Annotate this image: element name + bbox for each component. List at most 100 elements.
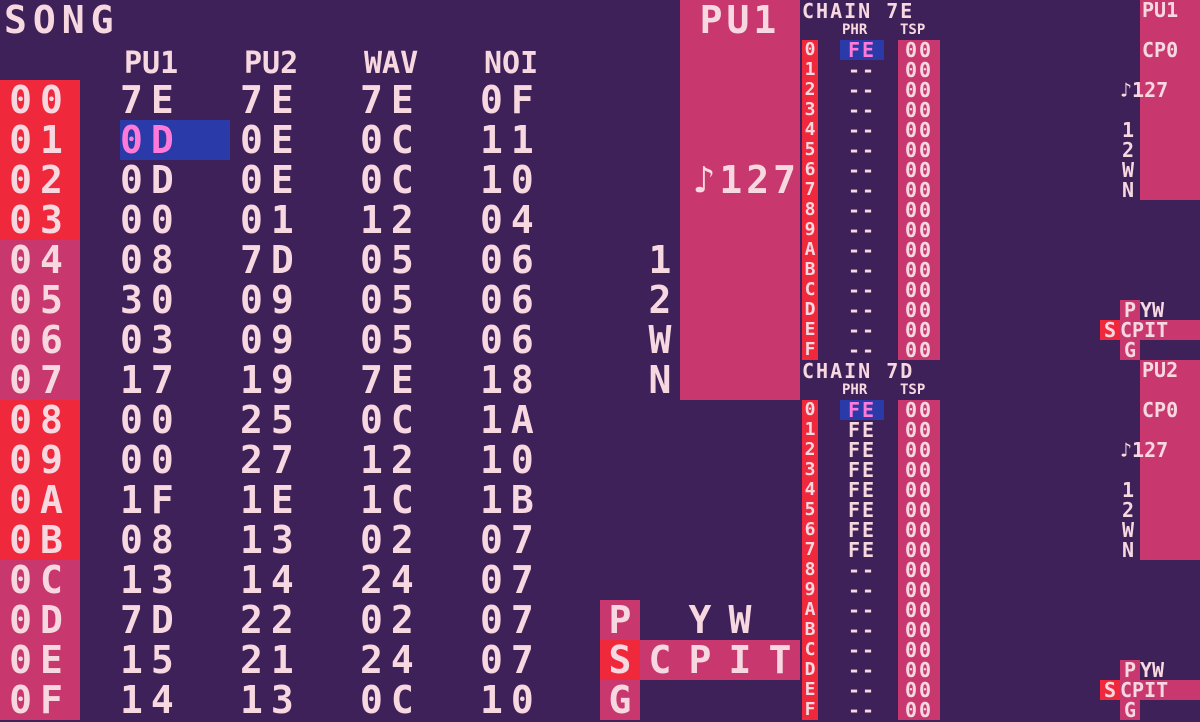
song-cell[interactable]: 24 xyxy=(360,560,470,600)
chain-transpose-cell[interactable]: 00 xyxy=(898,280,940,300)
chain-transpose-cell[interactable]: 00 xyxy=(898,60,940,80)
chain-phrase-cell[interactable]: -- xyxy=(840,140,884,160)
chain-transpose-cell[interactable]: 00 xyxy=(898,400,940,420)
song-cell[interactable]: 12 xyxy=(360,440,470,480)
song-cell[interactable]: 24 xyxy=(360,640,470,680)
song-cell[interactable]: 0C xyxy=(360,120,470,160)
chain-phrase-cell[interactable]: -- xyxy=(840,340,884,360)
song-cell[interactable]: 01 xyxy=(240,200,350,240)
song-cell[interactable]: 08 xyxy=(120,520,230,560)
chain-transpose-cell[interactable]: 00 xyxy=(898,700,940,720)
song-cell[interactable]: 0C xyxy=(360,160,470,200)
chain-transpose-cell[interactable]: 00 xyxy=(898,240,940,260)
song-cell[interactable]: 7E xyxy=(360,80,470,120)
song-cell[interactable]: 13 xyxy=(240,680,350,720)
song-cell[interactable]: 08 xyxy=(120,240,230,280)
screen-map-song[interactable]: S xyxy=(600,640,640,680)
track-2-toggle[interactable]: 2 xyxy=(640,280,680,320)
chain-phrase-cell[interactable]: -- xyxy=(840,180,884,200)
chain-phrase-cell[interactable]: -- xyxy=(840,220,884,240)
song-cell[interactable]: 09 xyxy=(240,320,350,360)
song-cell[interactable]: 22 xyxy=(240,600,350,640)
track-wav-toggle[interactable]: W xyxy=(640,320,680,360)
song-cell[interactable]: 00 xyxy=(120,400,230,440)
chain-phrase-cell[interactable]: -- xyxy=(840,80,884,100)
song-cell[interactable]: 7D xyxy=(120,600,230,640)
song-cell[interactable]: 1B xyxy=(480,480,590,520)
chain-transpose-cell[interactable]: 00 xyxy=(898,620,940,640)
chain-phrase-cell[interactable]: FE xyxy=(840,420,884,440)
mini-map-row2[interactable]: CPIT xyxy=(1120,680,1200,700)
song-cell[interactable]: 00 xyxy=(120,440,230,480)
song-cell[interactable]: 11 xyxy=(480,120,590,160)
song-cell[interactable]: 15 xyxy=(120,640,230,680)
chain-phrase-cell[interactable]: -- xyxy=(840,160,884,180)
chain-phrase-cell[interactable]: -- xyxy=(840,700,884,720)
chain-transpose-cell[interactable]: 00 xyxy=(898,180,940,200)
screen-map-project[interactable]: P xyxy=(600,600,640,640)
chain-phrase-cell[interactable]: -- xyxy=(840,560,884,580)
song-cell[interactable]: 18 xyxy=(480,360,590,400)
song-cell[interactable]: 02 xyxy=(360,520,470,560)
screen-map-instrument[interactable]: I xyxy=(720,640,760,680)
mini-map-groove[interactable]: G xyxy=(1120,700,1140,720)
chain-transpose-cell[interactable]: 00 xyxy=(898,580,940,600)
chain-phrase-cell[interactable]: -- xyxy=(840,600,884,620)
screen-map-synth[interactable]: Y xyxy=(680,600,720,640)
song-cell[interactable]: 25 xyxy=(240,400,350,440)
track-noi-toggle[interactable]: N xyxy=(640,360,680,400)
song-cell[interactable]: 27 xyxy=(240,440,350,480)
song-cell[interactable]: 1F xyxy=(120,480,230,520)
mini-track-toggle[interactable]: 2 xyxy=(1122,500,1134,520)
chain-phrase-cell-selected[interactable]: FE xyxy=(840,400,884,420)
chain-phrase-cell[interactable]: -- xyxy=(840,60,884,80)
chain-phrase-cell[interactable]: FE xyxy=(840,480,884,500)
chain-phrase-cell[interactable]: -- xyxy=(840,120,884,140)
song-cell[interactable]: 0C xyxy=(360,680,470,720)
song-cell[interactable]: 1E xyxy=(240,480,350,520)
screen-map-phrase[interactable]: P xyxy=(680,640,720,680)
chain-transpose-cell[interactable]: 00 xyxy=(898,420,940,440)
chain-phrase-cell[interactable]: FE xyxy=(840,500,884,520)
song-cell[interactable]: 09 xyxy=(240,280,350,320)
screen-map-table[interactable]: T xyxy=(760,640,800,680)
chain-transpose-cell[interactable]: 00 xyxy=(898,600,940,620)
mini-track-toggle[interactable]: 1 xyxy=(1122,480,1134,500)
song-cell[interactable]: 07 xyxy=(480,520,590,560)
mini-map-groove[interactable]: G xyxy=(1120,340,1140,360)
song-cell[interactable]: 04 xyxy=(480,200,590,240)
chain-phrase-cell[interactable]: -- xyxy=(840,320,884,340)
song-cell[interactable]: 02 xyxy=(360,600,470,640)
chain-transpose-cell[interactable]: 00 xyxy=(898,300,940,320)
song-cell[interactable]: 14 xyxy=(240,560,350,600)
chain-phrase-cell[interactable]: FE xyxy=(840,540,884,560)
song-cell[interactable]: 06 xyxy=(480,320,590,360)
chain-transpose-cell[interactable]: 00 xyxy=(898,640,940,660)
mini-track-toggle[interactable]: N xyxy=(1122,540,1134,560)
song-cell[interactable]: 7E xyxy=(360,360,470,400)
chain-phrase-cell[interactable]: -- xyxy=(840,200,884,220)
song-cell[interactable]: 0E xyxy=(240,160,350,200)
song-cell[interactable]: 06 xyxy=(480,240,590,280)
chain-transpose-cell[interactable]: 00 xyxy=(898,40,940,60)
mini-track-toggle[interactable]: 2 xyxy=(1122,140,1134,160)
screen-map-wave[interactable]: W xyxy=(720,600,760,640)
chain-transpose-cell[interactable]: 00 xyxy=(898,340,940,360)
song-cell[interactable]: 10 xyxy=(480,680,590,720)
song-cell[interactable]: 0C xyxy=(360,400,470,440)
chain-phrase-cell[interactable]: -- xyxy=(840,300,884,320)
screen-map-groove[interactable]: G xyxy=(600,680,640,720)
chain-transpose-cell[interactable]: 00 xyxy=(898,520,940,540)
chain-transpose-cell[interactable]: 00 xyxy=(898,120,940,140)
chain-transpose-cell[interactable]: 00 xyxy=(898,100,940,120)
chain-phrase-cell[interactable]: -- xyxy=(840,680,884,700)
song-cell[interactable]: 13 xyxy=(240,520,350,560)
song-cell[interactable]: 0D xyxy=(120,160,230,200)
song-cell[interactable]: 7D xyxy=(240,240,350,280)
chain-phrase-cell[interactable]: -- xyxy=(840,580,884,600)
chain-phrase-cell[interactable]: -- xyxy=(840,620,884,640)
song-cell[interactable]: 07 xyxy=(480,560,590,600)
mini-map-song[interactable]: S xyxy=(1100,320,1120,340)
chain-transpose-cell[interactable]: 00 xyxy=(898,440,940,460)
mini-map-project[interactable]: P xyxy=(1120,660,1140,680)
